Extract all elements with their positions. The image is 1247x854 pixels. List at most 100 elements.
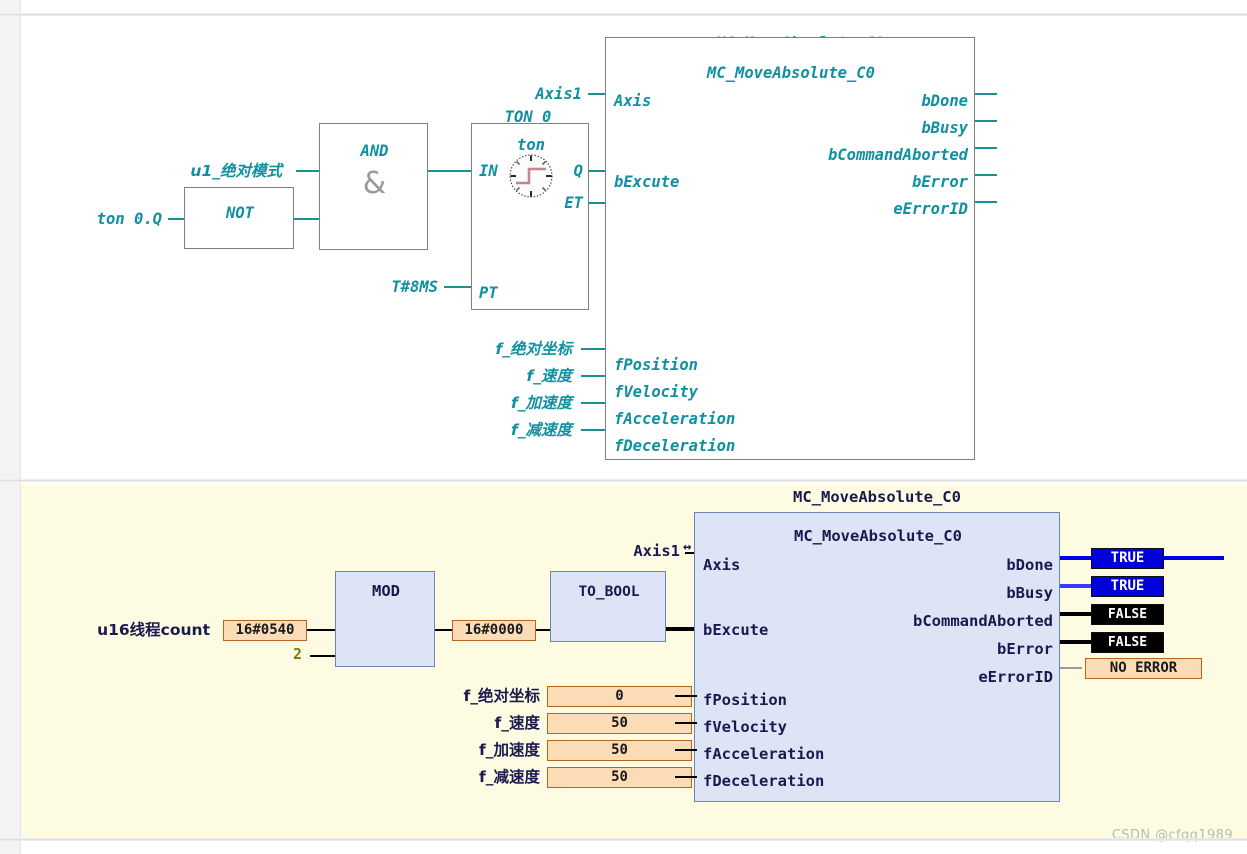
value-fvelocity[interactable]: 50 xyxy=(547,713,692,734)
operand-axis[interactable]: Axis1 xyxy=(480,86,582,103)
network-separator-bottom xyxy=(0,838,1247,841)
network-online[interactable]: u16线程count 16#0540 2 MOD 16#0000 TO_BOOL… xyxy=(20,484,1247,840)
mc-pin-bdone: bDone xyxy=(921,92,968,110)
wire-eerrorid-online xyxy=(1060,667,1082,669)
operand-preset-time[interactable]: T#8MS xyxy=(340,279,438,296)
ton-pin-pt: PT xyxy=(479,284,498,302)
wire-bbusy-online xyxy=(1060,584,1091,588)
wire-tobool-to-bexcute xyxy=(666,627,694,631)
operand-acceleration-online[interactable]: f_加速度 xyxy=(400,742,540,759)
value-counter[interactable]: 16#0540 xyxy=(223,620,307,641)
network-separator-top xyxy=(0,13,1247,16)
wire-velocity xyxy=(581,375,605,377)
wire-counter-to-mod xyxy=(307,629,335,631)
block-and-label: AND xyxy=(360,142,389,160)
mc-pin-axis-online: Axis xyxy=(703,556,741,574)
wire-acceleration xyxy=(581,402,605,404)
block-mc-moveabsolute-online[interactable]: MC_MoveAbsolute_C0 Axis bExcute fPositio… xyxy=(694,512,1060,802)
mc-pin-fvelocity-online: fVelocity xyxy=(703,718,787,736)
mc-instance-title-online: MC_MoveAbsolute_C0 xyxy=(793,488,961,506)
wire-bdone-online xyxy=(1060,556,1091,560)
block-not[interactable]: NOT xyxy=(184,187,294,249)
operand-deceleration[interactable]: f_减速度 xyxy=(440,422,572,439)
mc-pin-bcommandaborted-online: bCommandAborted xyxy=(913,612,1053,630)
mc-pin-bexcute-online: bExcute xyxy=(703,621,769,639)
wire-tonq-to-not xyxy=(168,218,184,220)
operand-divisor[interactable]: 2 xyxy=(240,647,302,662)
status-bbusy[interactable]: TRUE xyxy=(1091,576,1164,597)
mc-pin-berror-online: bError xyxy=(997,640,1053,658)
value-facceleration[interactable]: 50 xyxy=(547,740,692,761)
mc-pin-fposition: fPosition xyxy=(614,356,698,374)
wire-fposition xyxy=(675,695,697,697)
network-separator-middle xyxy=(0,479,1247,482)
block-mod[interactable]: MOD xyxy=(335,571,435,667)
mc-pin-eerrorid-online: eErrorID xyxy=(978,668,1053,686)
wire-mod-out xyxy=(435,629,452,631)
mc-pin-facceleration-online: fAcceleration xyxy=(703,745,825,763)
wire-modresult-to-tobool xyxy=(536,629,550,631)
status-eerrorid[interactable]: NO ERROR xyxy=(1085,658,1202,679)
mc-type-title-offline: MC_MoveAbsolute_C0 xyxy=(707,64,875,82)
value-fposition[interactable]: 0 xyxy=(547,686,692,707)
mc-pin-bdone-online: bDone xyxy=(1006,556,1053,574)
wire-bdone-stub xyxy=(975,93,997,95)
operand-velocity[interactable]: f_速度 xyxy=(440,368,573,385)
mc-pin-bbusy: bBusy xyxy=(921,119,968,137)
wire-fdeceleration xyxy=(675,776,697,778)
mc-pin-eerrorid: eErrorID xyxy=(893,200,968,218)
operand-deceleration-online[interactable]: f_减速度 xyxy=(400,769,540,786)
status-bdone[interactable]: TRUE xyxy=(1091,548,1164,569)
fbd-editor-canvas: u1_绝对模式 ton 0.Q NOT AND & TON 0 ton IN Q… xyxy=(0,0,1247,854)
mc-pin-berror: bError xyxy=(912,173,968,191)
operand-axis-online[interactable]: Axis1 xyxy=(580,543,680,560)
wire-deceleration xyxy=(581,429,605,431)
timer-clock-icon xyxy=(509,154,553,198)
wire-bbusy-stub xyxy=(975,120,997,122)
wire-eerrorid-stub xyxy=(975,201,997,203)
status-bcommandaborted[interactable]: FALSE xyxy=(1091,604,1164,625)
operand-position[interactable]: f_绝对坐标 xyxy=(440,341,573,358)
value-mod-result[interactable]: 16#0000 xyxy=(452,620,536,641)
mc-pin-bcommandaborted: bCommandAborted xyxy=(828,146,968,164)
wire-and-to-ton-in xyxy=(428,170,471,172)
ton-pin-in: IN xyxy=(479,162,498,180)
wire-bcommandaborted-stub xyxy=(975,147,997,149)
wire-fvelocity xyxy=(675,722,697,724)
axis-reference-icon-online: ↔ xyxy=(683,539,692,555)
operand-counter[interactable]: u16线程count xyxy=(60,622,210,639)
mc-pin-fdeceleration-online: fDeceleration xyxy=(703,772,825,790)
mc-pin-fvelocity: fVelocity xyxy=(614,383,698,401)
operand-mode-flag[interactable]: u1_绝对模式 xyxy=(150,163,282,180)
block-mc-moveabsolute-offline[interactable]: MC_MoveAbsolute_C0 Axis bExcute fPositio… xyxy=(605,37,975,460)
mc-pin-facceleration: fAcceleration xyxy=(614,410,736,428)
mc-pin-bexcute: bExcute xyxy=(614,173,680,191)
network-offline[interactable]: u1_绝对模式 ton 0.Q NOT AND & TON 0 ton IN Q… xyxy=(20,16,1247,478)
wire-position xyxy=(581,348,605,350)
wire-berror-online xyxy=(1060,640,1091,644)
wire-time-to-pt xyxy=(444,286,471,288)
block-to-bool-label: TO_BOOL xyxy=(578,584,640,600)
block-to-bool[interactable]: TO_BOOL xyxy=(550,571,666,642)
block-ton[interactable]: ton IN Q ET PT xyxy=(471,123,589,310)
block-and[interactable]: AND & xyxy=(319,123,428,250)
operand-acceleration[interactable]: f_加速度 xyxy=(440,395,572,412)
wire-bdone-extend xyxy=(1164,556,1224,560)
and-symbol-icon: & xyxy=(362,166,387,201)
operand-ton-feedback[interactable]: ton 0.Q xyxy=(50,211,162,228)
mc-pin-fdeceleration: fDeceleration xyxy=(614,437,736,455)
mc-pin-fposition-online: fPosition xyxy=(703,691,787,709)
wire-facceleration xyxy=(675,749,697,751)
operand-position-online[interactable]: f_绝对坐标 xyxy=(400,688,541,705)
wire-bcommandaborted-online xyxy=(1060,612,1091,616)
block-not-label: NOT xyxy=(226,204,254,222)
wire-berror-stub xyxy=(975,174,997,176)
mc-pin-bbusy-online: bBusy xyxy=(1006,584,1053,602)
operand-velocity-online[interactable]: f_速度 xyxy=(400,715,541,732)
editor-left-gutter xyxy=(0,0,21,854)
wire-divisor-to-mod xyxy=(310,655,335,657)
mc-type-title-online: MC_MoveAbsolute_C0 xyxy=(794,527,962,545)
value-fdeceleration[interactable]: 50 xyxy=(547,767,692,788)
status-berror[interactable]: FALSE xyxy=(1091,632,1164,653)
mc-pin-axis: Axis xyxy=(614,92,652,110)
